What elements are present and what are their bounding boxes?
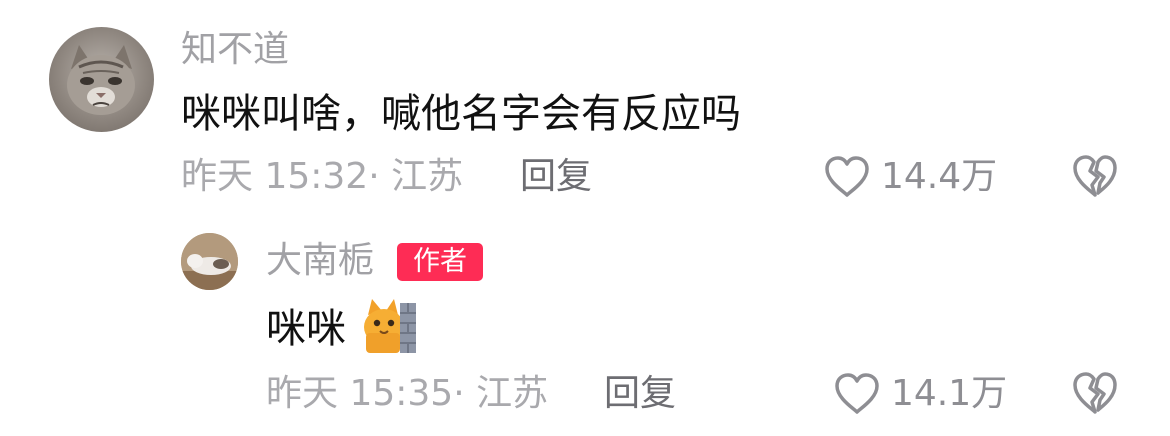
- reply-button[interactable]: 回复: [520, 156, 592, 198]
- comment-text: 咪咪: [266, 306, 346, 352]
- reply-button[interactable]: 回复: [604, 373, 676, 415]
- broken-heart-icon: [1073, 372, 1117, 414]
- comment-location: 江苏: [476, 373, 549, 414]
- lying-cat-avatar-icon: [181, 233, 238, 290]
- cat-peek-emoji-icon: [364, 299, 416, 353]
- username[interactable]: 知不道: [181, 29, 289, 71]
- comment-text: 咪咪叫啥，喊他名字会有反应吗: [181, 91, 741, 137]
- comment-meta: 昨天 15:32· 江苏: [181, 156, 463, 198]
- broken-heart-icon: [1073, 155, 1117, 197]
- user-avatar[interactable]: [49, 27, 154, 132]
- comment-location: 江苏: [391, 156, 464, 197]
- like-count: 14.4万: [881, 156, 998, 197]
- meta-separator: ·: [453, 373, 465, 414]
- username[interactable]: 大南栀: [266, 240, 374, 282]
- cat-face-avatar-icon: [67, 45, 135, 115]
- like-button[interactable]: 14.1万: [833, 368, 1007, 420]
- cat-peeking-behind-wall-emoji: [362, 297, 416, 353]
- heart-outline-icon: [835, 373, 879, 414]
- like-button[interactable]: 14.4万: [823, 151, 997, 203]
- like-count: 14.1万: [891, 373, 1008, 414]
- heart-outline-icon: [825, 156, 869, 197]
- user-avatar[interactable]: [181, 233, 238, 290]
- comment-meta: 昨天 15:35· 江苏: [266, 373, 548, 415]
- comment-time: 昨天 15:32: [181, 156, 369, 197]
- meta-separator: ·: [368, 156, 380, 197]
- comment-time: 昨天 15:35: [266, 373, 454, 414]
- dislike-button[interactable]: [1071, 153, 1119, 199]
- dislike-button[interactable]: [1071, 370, 1119, 416]
- author-badge: 作者: [397, 243, 483, 281]
